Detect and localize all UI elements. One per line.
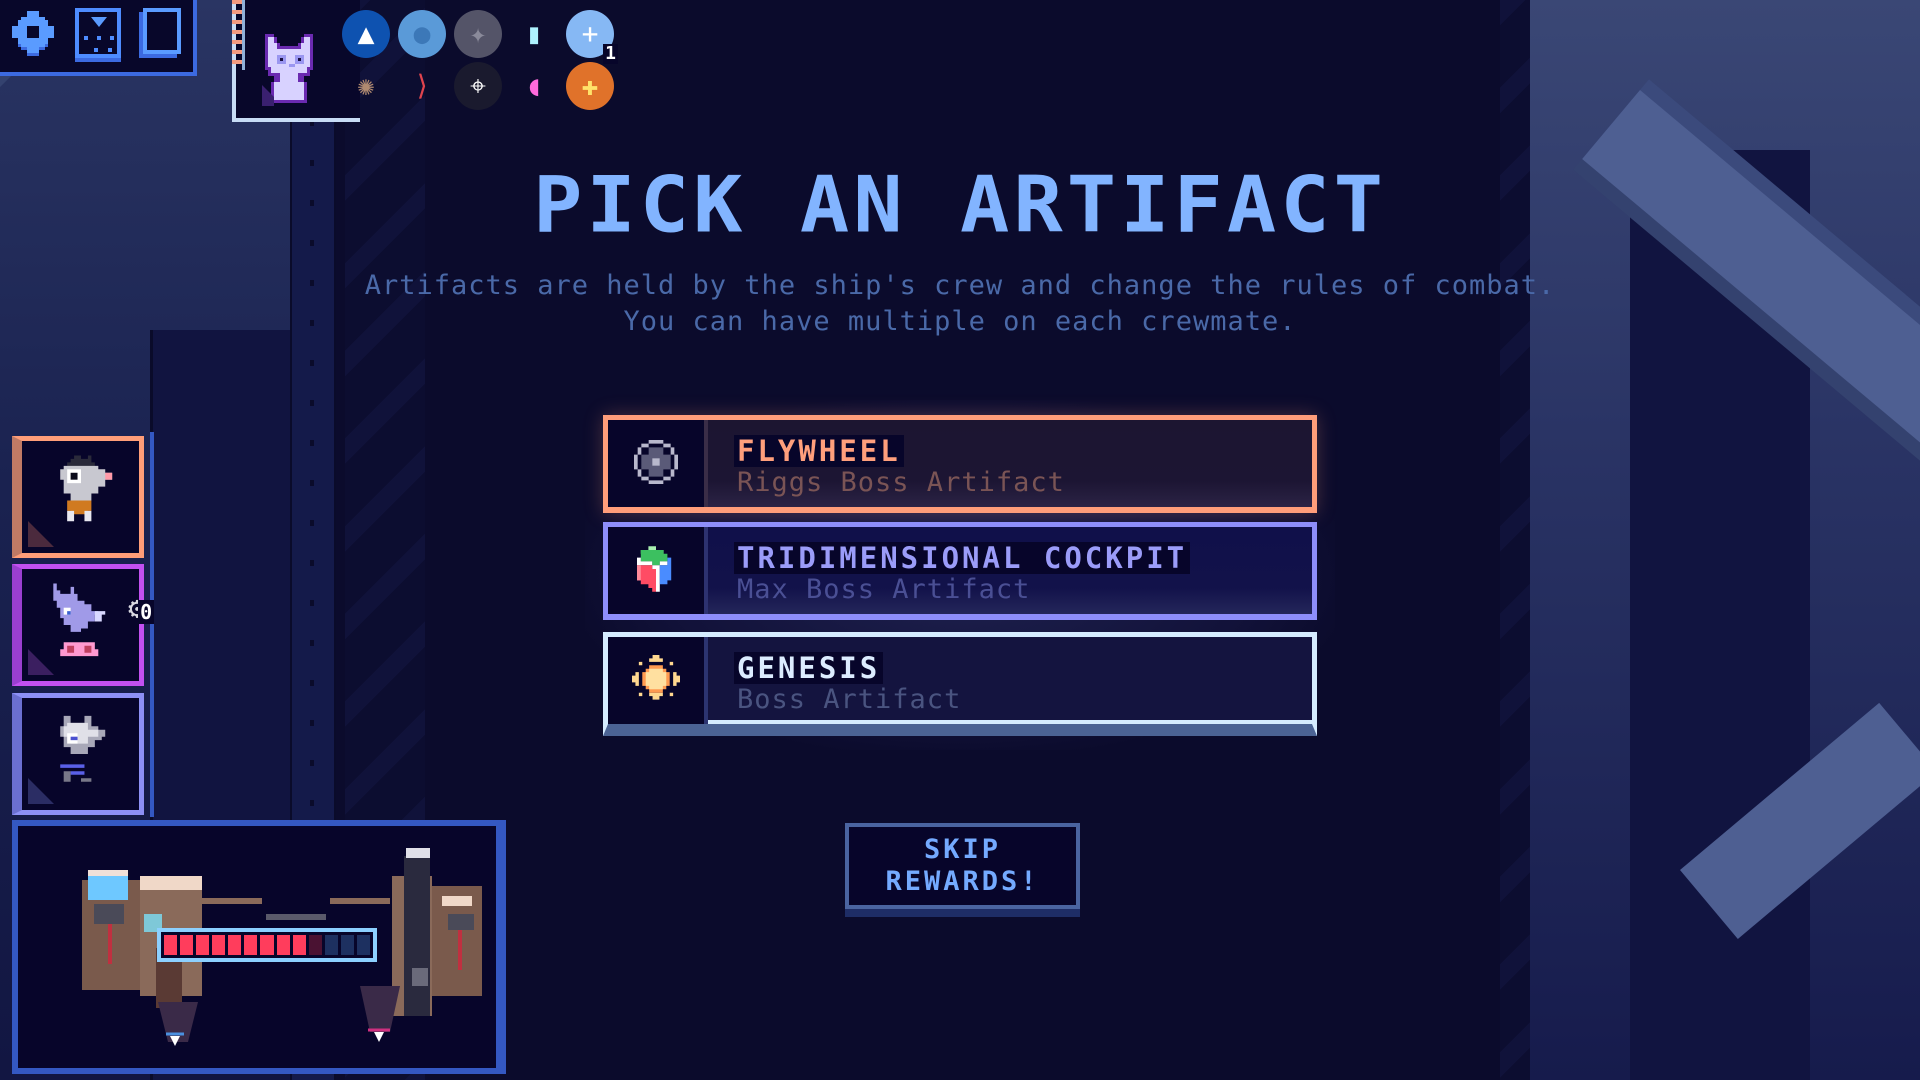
crew-portrait-isaac[interactable] [12, 693, 144, 815]
hull-segment-full [228, 935, 242, 955]
artifact-source: Riggs Boss Artifact [737, 467, 1065, 498]
hull-segment-full [292, 935, 306, 955]
hull-segment-full [244, 935, 258, 955]
subtitle-line-1: Artifacts are held by the ship's crew an… [364, 270, 1556, 301]
skip-rewards-button[interactable]: SKIP REWARDS! [845, 823, 1080, 909]
blue-gem-artifact-icon[interactable]: +1 [566, 10, 618, 64]
grapple-artifact-icon[interactable]: ⟩ [398, 62, 446, 110]
cube-icon [637, 545, 675, 596]
crew-artifact-counter: ⚙ 0 [128, 580, 168, 624]
pill-artifact-icon[interactable]: ◖ [510, 62, 558, 110]
shield-segment [324, 935, 338, 955]
counter-value: 0 [138, 600, 155, 624]
chassis-artifact-icon[interactable]: ⌖ [454, 62, 502, 110]
hull-segment-full [212, 935, 226, 955]
grey-shield-artifact-icon[interactable]: ✦ [454, 10, 502, 58]
artifact-name: TRIDIMENSIONAL COCKPIT [734, 542, 1191, 574]
hull-segment-full [196, 935, 210, 955]
possum-face-icon [59, 455, 112, 522]
artifact-icon-cell [608, 420, 708, 507]
portrait-corner [28, 778, 54, 804]
flywheel-icon [634, 439, 678, 488]
sun-medallion-artifact-icon[interactable]: ✚ [566, 62, 614, 110]
wheel-artifact-icon[interactable]: ✺ [342, 62, 390, 110]
portrait-corner [28, 649, 54, 675]
hull-health-bar [157, 928, 377, 962]
cat-portrait[interactable] [259, 30, 340, 110]
crew-portrait-max[interactable] [12, 564, 144, 686]
blue-orb-artifact-icon[interactable]: ● [398, 10, 446, 58]
artifact-name: FLYWHEEL [734, 435, 904, 467]
artifact-icon-cell [608, 527, 708, 614]
shield-artifact-icon[interactable]: ▲ [342, 10, 390, 58]
artifact-option-flywheel[interactable]: FLYWHEEL Riggs Boss Artifact [603, 415, 1317, 513]
shield-segment [356, 935, 371, 955]
sun-icon [632, 654, 680, 707]
portrait-corner [28, 521, 54, 547]
cards-icon[interactable] [143, 8, 181, 54]
gear-icon[interactable] [8, 10, 58, 60]
character-frame-lights [232, 0, 245, 70]
artifact-option-tridimensional-cockpit[interactable]: TRIDIMENSIONAL COCKPIT Max Boss Artifact [603, 522, 1317, 620]
shield-segment [340, 935, 354, 955]
hull-segment-full [180, 935, 194, 955]
artifact-source: Boss Artifact [737, 684, 962, 715]
hull-segment-full [164, 935, 178, 955]
artifact-source: Max Boss Artifact [737, 574, 1031, 605]
energy-bar-artifact-icon[interactable]: ▮ [510, 10, 558, 58]
subtitle-line-2: You can have multiple on each crewmate. [623, 306, 1297, 337]
hull-segment-full [260, 935, 274, 955]
artifact-name: GENESIS [734, 652, 884, 684]
page-title: PICK AN ARTIFACT [533, 160, 1387, 251]
crew-portrait-riggs[interactable] [12, 436, 144, 558]
hull-segment-damaged [308, 935, 322, 955]
artifact-count-badge: 1 [603, 43, 618, 64]
hull-segment-full [276, 935, 290, 955]
artifact-option-genesis[interactable]: GENESIS Boss Artifact [603, 632, 1317, 736]
deck-icon[interactable] [75, 8, 121, 58]
artifact-icon-cell [608, 637, 708, 724]
